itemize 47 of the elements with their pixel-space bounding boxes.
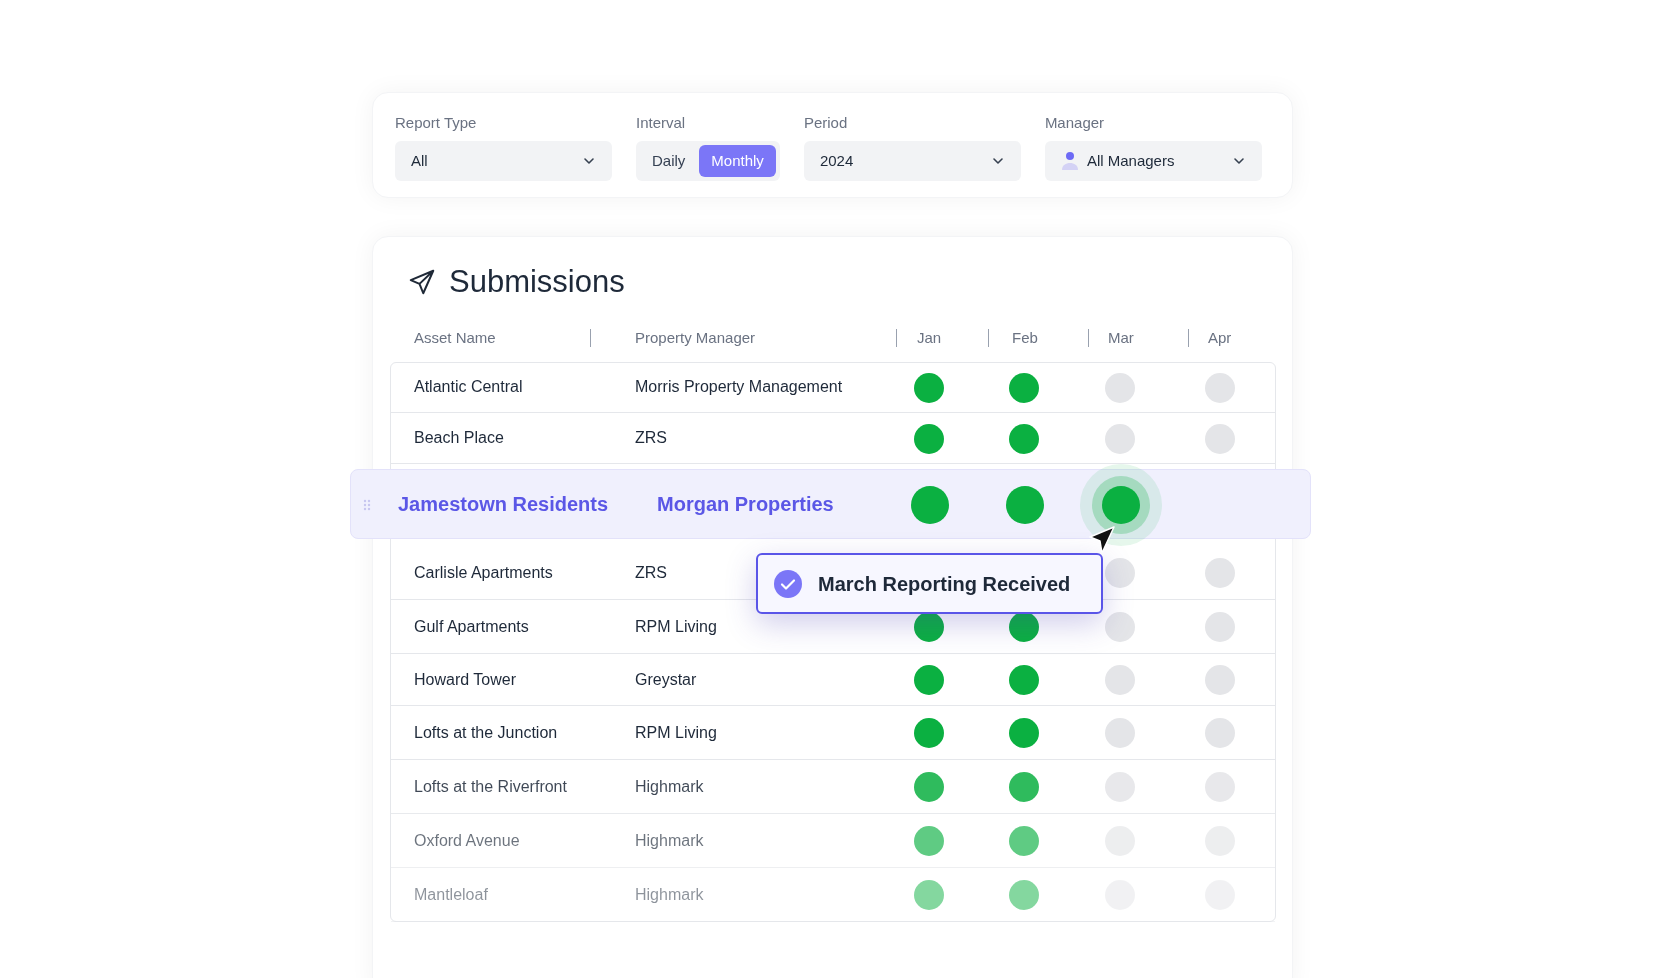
manager-name: Highmark [635, 776, 704, 797]
card-title: Submissions [449, 264, 625, 300]
table-row[interactable]: Lofts at the Riverfront Highmark [391, 760, 1275, 814]
column-header: Apr [1208, 328, 1232, 348]
manager-name: Highmark [635, 830, 704, 851]
interval-tab[interactable]: Monthly [699, 145, 776, 177]
manager-name: Morris Property Management [635, 377, 843, 397]
filter-label: Report Type [395, 113, 478, 133]
asset-name: Atlantic Central [414, 377, 523, 397]
tooltip-text: March Reporting Received [818, 571, 1071, 597]
asset-name: Lofts at the Junction [414, 722, 558, 743]
column-header: Asset Name [414, 328, 496, 348]
manager-name: Greystar [635, 669, 697, 690]
select-field[interactable]: 2024 [803, 141, 1021, 181]
manager-name: Highmark [635, 884, 704, 905]
interval-tab[interactable]: Daily [640, 145, 698, 177]
paper-plane-icon [407, 267, 437, 297]
filter-label: Manager [1044, 113, 1106, 133]
asset-name: Mantleloaf [414, 884, 488, 905]
table-row[interactable]: Atlantic Central Morris Property Management [391, 362, 1275, 413]
filter-label: Interval [636, 113, 687, 133]
asset-name: Carlisle Apartments [414, 562, 553, 583]
manager-name: ZRS [635, 428, 667, 448]
asset-name: Lofts at the Riverfront [414, 776, 567, 797]
table-row[interactable]: Lofts at the Junction RPM Living [391, 706, 1275, 760]
column-header: Jan [917, 328, 942, 348]
check-circle-icon [774, 569, 802, 598]
column-header: Mar [1108, 328, 1134, 348]
manager-name: Morgan Properties [657, 492, 834, 517]
table-row[interactable]: Beach Place ZRS [391, 413, 1275, 464]
filter-label: Period [803, 113, 849, 133]
highlighted-row[interactable]: Jamestown Residents Morgan Properties [350, 469, 1311, 539]
table-row[interactable]: Oxford Avenue Highmark [391, 814, 1275, 868]
column-header: Property Manager [635, 328, 756, 348]
select-field[interactable]: All Managers [1044, 141, 1262, 181]
select-field[interactable]: All [395, 141, 612, 181]
column-header: Feb [1012, 328, 1038, 348]
asset-name: Gulf Apartments [414, 616, 529, 637]
drag-handle-icon[interactable] [363, 499, 371, 511]
manager-name: RPM Living [635, 616, 717, 637]
asset-name: Oxford Avenue [414, 830, 520, 851]
asset-name: Beach Place [414, 428, 504, 448]
asset-name: Jamestown Residents [398, 492, 609, 517]
manager-name: ZRS [635, 562, 667, 583]
table-row[interactable]: Howard Tower Greystar [391, 654, 1275, 706]
asset-name: Howard Tower [414, 669, 516, 690]
manager-name: RPM Living [635, 722, 717, 743]
